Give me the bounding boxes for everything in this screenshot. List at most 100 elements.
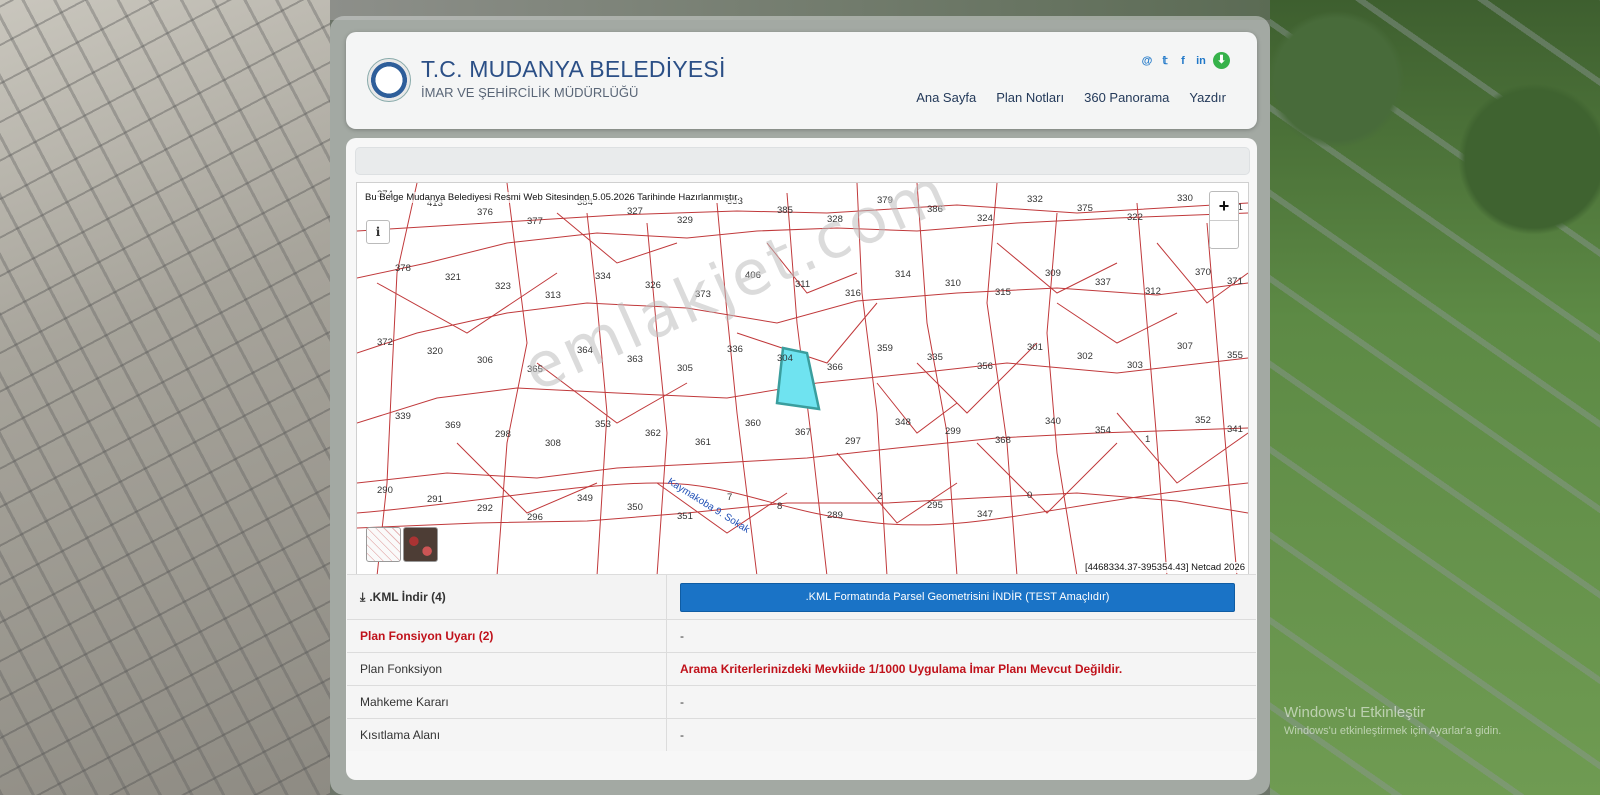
parcel-number: 7 [727, 492, 732, 503]
parcel-number: 347 [977, 509, 993, 520]
parcel-number: 332 [1027, 194, 1043, 205]
parcel-number: 359 [877, 343, 893, 354]
site-header: T.C. MUDANYA BELEDİYESİ İMAR VE ŞEHİRCİL… [346, 32, 1257, 129]
parcel-number: 329 [677, 215, 693, 226]
parcel-number: 368 [995, 435, 1011, 446]
parcel-boundary [357, 282, 1248, 354]
parcel-number: 0 [1027, 490, 1032, 501]
parcel-number: 289 [827, 510, 843, 521]
parcel-number: 320 [427, 346, 443, 357]
parcel-number: 297 [845, 436, 861, 447]
parcel-number: 349 [577, 493, 593, 504]
map-coordinates: [4468334.37-395354.43] Netcad 2026 [1084, 562, 1245, 573]
email-icon[interactable]: @ [1141, 55, 1153, 67]
map-notice: Bu Belge Mudanya Belediyesi Resmi Web Si… [365, 192, 740, 203]
zoom-out-button[interactable] [1210, 221, 1238, 248]
kml-download-label: ⤓ .KML İndir (4) [347, 575, 667, 619]
parcel-number: 339 [395, 411, 411, 422]
parcel-number: 369 [445, 420, 461, 431]
base-layer-satellite-toggle[interactable] [403, 527, 438, 562]
parcel-number: 1 [1145, 434, 1150, 445]
parcel-number: 355 [1227, 350, 1243, 361]
table-row: Mahkeme Kararı - [347, 685, 1256, 718]
twitter-icon[interactable]: 𝕥 [1159, 54, 1171, 67]
windows-activation-watermark: Windows'u Etkinleştir Windows'u etkinleş… [1284, 704, 1502, 737]
parcel-number: 296 [527, 512, 543, 523]
kml-download-button[interactable]: .KML Formatında Parsel Geometrisini İNDİ… [680, 582, 1235, 612]
background-city-left [0, 0, 330, 795]
parcel-map[interactable]: 3744133763773843273293333853283793863243… [356, 182, 1249, 577]
parcel-number: 307 [1177, 341, 1193, 352]
parcel-boundary [976, 442, 1118, 514]
parcel-number: 302 [1077, 351, 1093, 362]
parcel-number: 292 [477, 503, 493, 514]
nav-print[interactable]: Yazdır [1189, 90, 1226, 105]
parcel-number: 322 [1127, 212, 1143, 223]
zoom-in-button[interactable]: + [1210, 192, 1238, 221]
parcel-boundary [916, 183, 958, 576]
parcel-number: 323 [495, 281, 511, 292]
parcel-number: 336 [727, 344, 743, 355]
parcel-number: 353 [595, 419, 611, 430]
parcel-number: 303 [1127, 360, 1143, 371]
row-value: - [680, 728, 684, 742]
parcel-info-table: ⤓ .KML İndir (4) .KML Formatında Parsel … [347, 574, 1256, 751]
parcel-number: 301 [1027, 342, 1043, 353]
parcel-number: 295 [927, 500, 943, 511]
parcel-boundary [586, 212, 608, 576]
parcel-number: 298 [495, 429, 511, 440]
parcel-number: 316 [845, 288, 861, 299]
table-row: Plan Fonsiyon Uyarı (2) - [347, 619, 1256, 652]
parcel-number: 291 [427, 494, 443, 505]
background-suburb-right [1270, 0, 1600, 795]
zoom-control: + [1209, 191, 1239, 249]
parcel-number: 341 [1227, 424, 1243, 435]
parcel-number: 306 [477, 355, 493, 366]
parcel-number: 335 [927, 352, 943, 363]
nav-plan-notes[interactable]: Plan Notları [996, 90, 1064, 105]
street-label: Kaymakoba 9. Sokak [665, 476, 752, 536]
row-label: Kısıtlama Alanı [347, 719, 667, 751]
download-icon[interactable]: ⬇ [1213, 52, 1230, 69]
parcel-number: 370 [1195, 267, 1211, 278]
nav-panorama[interactable]: 360 Panorama [1084, 90, 1169, 105]
row-value: - [680, 695, 684, 709]
base-layer-map-toggle[interactable] [366, 527, 401, 562]
parcel-number: 360 [745, 418, 761, 429]
parcel-number: 354 [1095, 425, 1111, 436]
parcel-number: 315 [995, 287, 1011, 298]
parcel-boundary [556, 212, 678, 264]
parcel-number: 334 [595, 271, 611, 282]
parcel-number: 321 [445, 272, 461, 283]
parcel-number: 348 [895, 417, 911, 428]
main-content: 3744133763773843273293333853283793863243… [346, 138, 1257, 780]
row-label: Plan Fonsiyon Uyarı (2) [347, 620, 667, 652]
parcel-number: 290 [377, 485, 393, 496]
parcel-boundary [836, 452, 958, 524]
municipality-logo [367, 58, 411, 102]
parcel-number: 375 [1077, 203, 1093, 214]
nav-home[interactable]: Ana Sayfa [916, 90, 976, 105]
parcel-number: 330 [1177, 193, 1193, 204]
parcel-number: 371 [1227, 276, 1243, 287]
site-title: T.C. MUDANYA BELEDİYESİ [421, 56, 726, 82]
parcel-number: 378 [395, 263, 411, 274]
parcel-number: 312 [1145, 286, 1161, 297]
parcel-number: 313 [545, 290, 561, 301]
toolbar-strip [355, 147, 1250, 175]
parcel-boundary [1136, 202, 1168, 576]
parcel-number: 327 [627, 206, 643, 217]
table-row: ⤓ .KML İndir (4) .KML Formatında Parsel … [347, 574, 1256, 619]
main-nav: Ana Sayfa Plan Notları 360 Panorama Yazd… [916, 90, 1226, 105]
download-icon: ⤓ [360, 589, 366, 604]
parcel-number: 340 [1045, 416, 1061, 427]
row-label: Mahkeme Kararı [347, 686, 667, 718]
row-value: - [680, 629, 684, 643]
site-subtitle: İMAR VE ŞEHİRCİLİK MÜDÜRLÜĞÜ [421, 85, 639, 100]
info-button[interactable]: i [366, 220, 390, 244]
facebook-icon[interactable]: f [1177, 55, 1189, 67]
parcel-number: 377 [527, 216, 543, 227]
parcel-number: 304 [777, 353, 793, 364]
parcel-number: 310 [945, 278, 961, 289]
linkedin-icon[interactable]: in [1195, 55, 1207, 67]
